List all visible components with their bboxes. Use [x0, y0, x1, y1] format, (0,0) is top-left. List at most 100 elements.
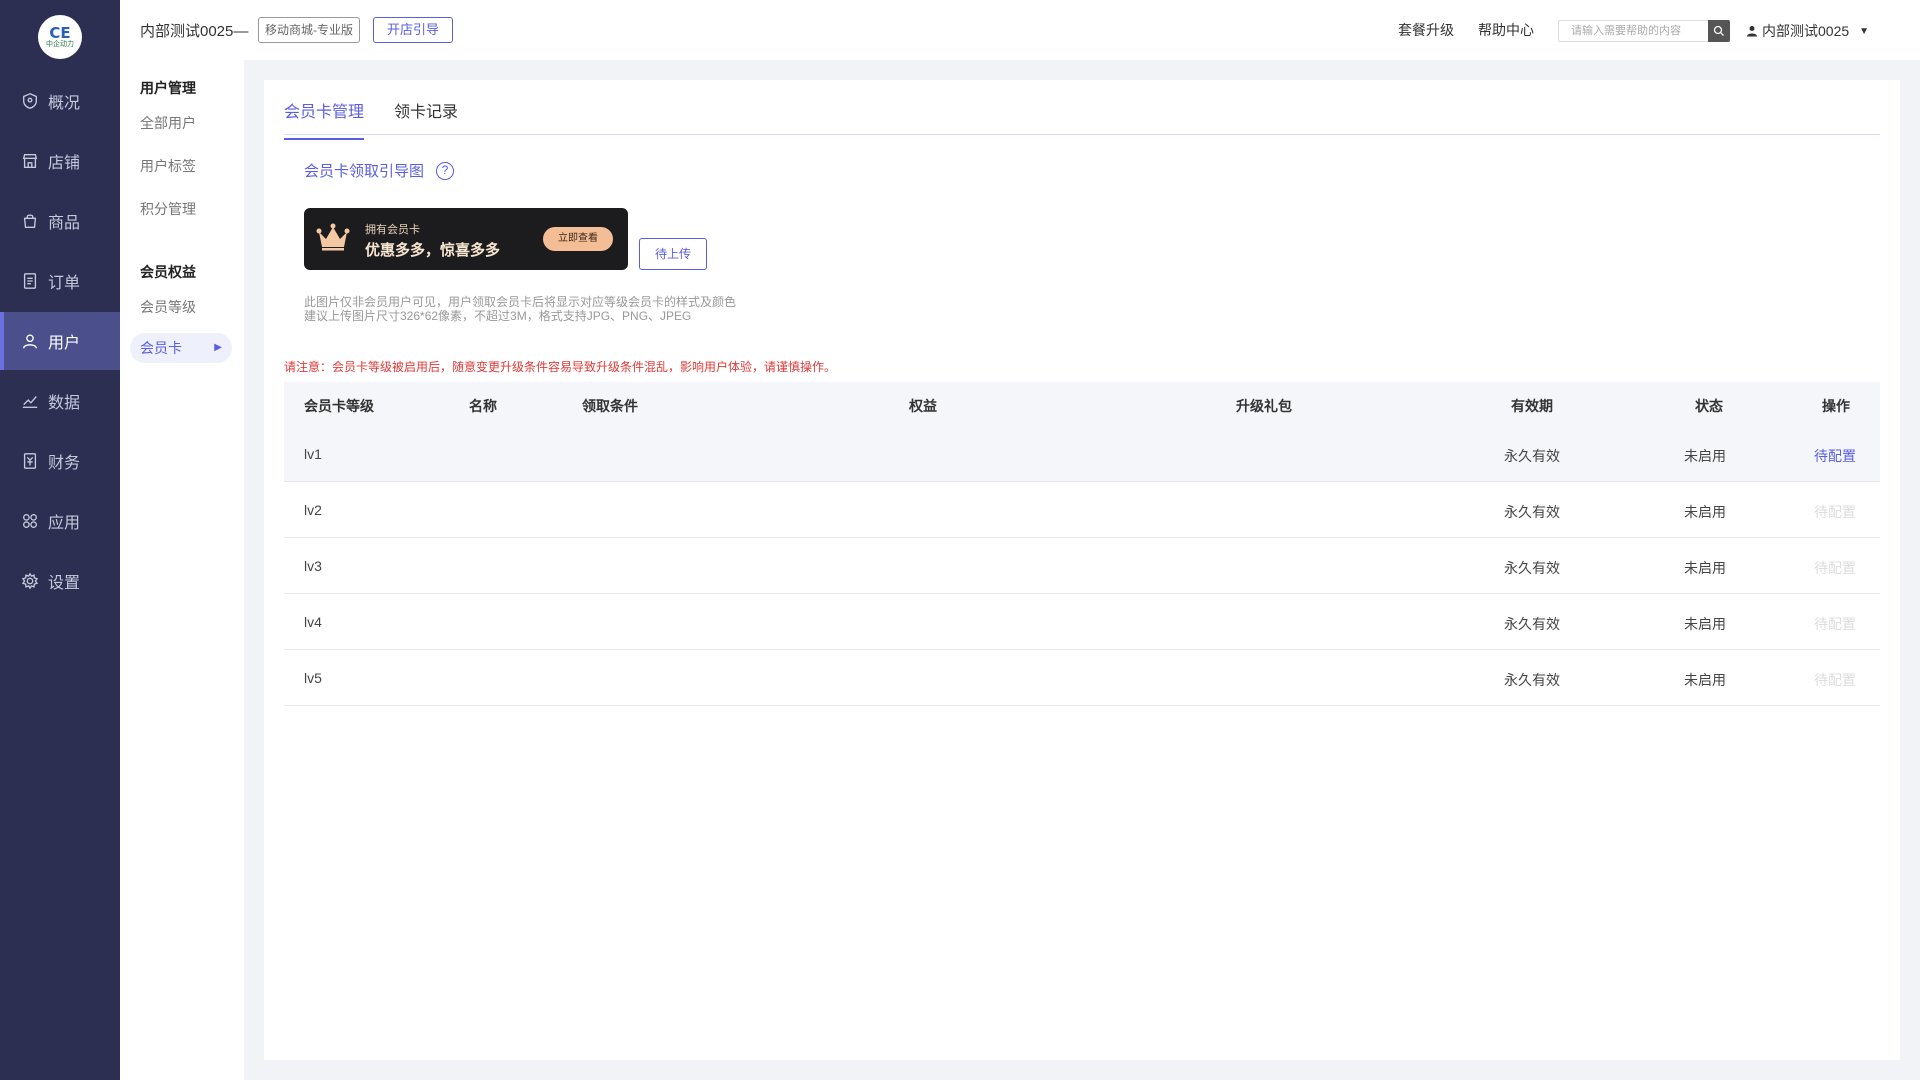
- edition-badge: 移动商城-专业版: [258, 17, 360, 43]
- cell-status: 未启用: [1684, 448, 1726, 464]
- help-search-input[interactable]: 请输入需要帮助的内容: [1558, 20, 1728, 42]
- sub-item-member-levels[interactable]: 会员等级: [140, 297, 196, 317]
- document-icon: [20, 271, 40, 291]
- table-row: lv2 永久有效 未启用 待配置: [284, 482, 1880, 538]
- user-icon: [1747, 26, 1757, 37]
- main-sidebar: CE 中企动力 概况 店铺 商品 订单 用户 数据 财务 应用 设置: [0, 0, 120, 1080]
- nav-item-settings[interactable]: 设置: [0, 552, 120, 610]
- nav-item-apps[interactable]: 应用: [0, 492, 120, 550]
- cell-level: lv4: [304, 614, 322, 630]
- configure-link: 待配置: [1814, 560, 1856, 576]
- group-title-member-benefits: 会员权益: [140, 264, 196, 280]
- cell-status: 未启用: [1684, 672, 1726, 688]
- nav-item-users[interactable]: 用户: [0, 312, 120, 370]
- guide-section-title: 会员卡领取引导图 ?: [304, 160, 455, 181]
- cell-validity: 永久有效: [1504, 616, 1560, 632]
- help-center-link[interactable]: 帮助中心: [1478, 20, 1534, 40]
- caret-down-icon: ▼: [1859, 25, 1870, 37]
- cell-level: lv1: [304, 446, 322, 462]
- table-row: lv1 永久有效 未启用 待配置: [284, 426, 1880, 482]
- cell-validity: 永久有效: [1504, 504, 1560, 520]
- member-card-table: 会员卡等级 名称 领取条件 权益 升级礼包 有效期 状态 操作 lv1 永久有效…: [284, 382, 1880, 706]
- guide-banner-preview: 拥有会员卡 优惠多多，惊喜多多 立即查看: [304, 208, 628, 270]
- nav-label: 设置: [48, 575, 81, 592]
- cell-status: 未启用: [1684, 616, 1726, 632]
- cell-level: lv3: [304, 558, 322, 574]
- nav-item-orders[interactable]: 订单: [0, 252, 120, 310]
- caret-right-icon: ▶: [214, 342, 222, 353]
- col-upgrade-gift: 升级礼包: [1236, 398, 1292, 414]
- table-row: lv5 永久有效 未启用 待配置: [284, 650, 1880, 706]
- cell-level: lv5: [304, 670, 322, 686]
- store-icon: [20, 151, 40, 171]
- tab-bar: 会员卡管理 领卡记录: [284, 80, 1880, 140]
- sub-item-label: 会员卡: [140, 340, 182, 356]
- content-panel: 会员卡管理 领卡记录 会员卡领取引导图 ? 拥有会员卡 优惠多多，惊喜多多 立即…: [264, 80, 1900, 1060]
- sub-item-all-users[interactable]: 全部用户: [140, 113, 196, 133]
- table-header: 会员卡等级 名称 领取条件 权益 升级礼包 有效期 状态 操作: [284, 382, 1880, 426]
- tab-card-management[interactable]: 会员卡管理: [284, 98, 365, 140]
- col-name: 名称: [469, 398, 497, 414]
- configure-link: 待配置: [1814, 672, 1856, 688]
- col-benefits: 权益: [909, 398, 937, 414]
- shield-icon: [20, 91, 40, 111]
- nav-item-goods[interactable]: 商品: [0, 192, 120, 250]
- nav-item-data[interactable]: 数据: [0, 372, 120, 430]
- chart-icon: [20, 391, 40, 411]
- nav-item-finance[interactable]: 财务: [0, 432, 120, 490]
- upload-button[interactable]: 待上传: [639, 238, 707, 270]
- user-menu[interactable]: 内部测试0025 ▼: [1746, 21, 1869, 41]
- cell-validity: 永久有效: [1504, 448, 1560, 464]
- guide-hint-size: 建议上传图片尺寸326*62像素，不超过3M，格式支持JPG、PNG、JPEG: [304, 309, 692, 323]
- configure-link: 待配置: [1814, 616, 1856, 632]
- nav-label: 数据: [48, 395, 81, 412]
- logo-text: 中企动力: [46, 41, 74, 48]
- col-validity: 有效期: [1511, 398, 1553, 414]
- sub-item-user-tags[interactable]: 用户标签: [140, 156, 196, 176]
- banner-line1: 拥有会员卡: [365, 224, 420, 236]
- guide-title: 会员卡领取引导图: [304, 163, 425, 180]
- col-status: 状态: [1695, 398, 1723, 414]
- gear-icon: [20, 571, 40, 591]
- crown-icon: [316, 223, 350, 251]
- store-guide-button[interactable]: 开店引导: [373, 17, 453, 43]
- logo-mark: CE: [49, 24, 71, 42]
- sub-item-member-card[interactable]: 会员卡 ▶: [130, 333, 232, 363]
- group-title-user-management: 用户管理: [140, 80, 196, 96]
- nav-item-overview[interactable]: 概况: [0, 72, 120, 130]
- table-row: lv4 永久有效 未启用 待配置: [284, 594, 1880, 650]
- bag-icon: [20, 211, 40, 231]
- nav-label: 商品: [48, 215, 81, 232]
- sub-sidebar: 用户管理 全部用户 用户标签 积分管理 会员权益 会员等级 会员卡 ▶: [120, 60, 244, 1080]
- table-row: lv3 永久有效 未启用 待配置: [284, 538, 1880, 594]
- cell-status: 未启用: [1684, 504, 1726, 520]
- banner-view-button: 立即查看: [543, 227, 613, 251]
- cell-level: lv2: [304, 502, 322, 518]
- col-actions: 操作: [1822, 398, 1850, 414]
- col-conditions: 领取条件: [582, 398, 638, 414]
- configure-link: 待配置: [1814, 504, 1856, 520]
- cell-status: 未启用: [1684, 560, 1726, 576]
- nav-label: 店铺: [48, 155, 81, 172]
- plan-upgrade-link[interactable]: 套餐升级: [1398, 20, 1454, 40]
- nav-item-store[interactable]: 店铺: [0, 132, 120, 190]
- apps-icon: [20, 511, 40, 531]
- cell-validity: 永久有效: [1504, 672, 1560, 688]
- configure-link[interactable]: 待配置: [1814, 446, 1856, 466]
- help-icon[interactable]: ?: [436, 161, 455, 180]
- user-icon: [20, 331, 40, 351]
- banner-line2: 优惠多多，惊喜多多: [365, 242, 501, 259]
- brand-logo[interactable]: CE 中企动力: [38, 15, 82, 59]
- cell-validity: 永久有效: [1504, 560, 1560, 576]
- finance-icon: [20, 451, 40, 471]
- nav-label: 财务: [48, 455, 81, 472]
- col-level: 会员卡等级: [304, 398, 374, 414]
- search-icon: [1713, 25, 1724, 36]
- shop-name[interactable]: 内部测试0025—: [140, 20, 248, 41]
- warning-text: 请注意：会员卡等级被启用后，随意变更升级条件容易导致升级条件混乱，影响用户体验，…: [284, 360, 837, 374]
- sub-item-points[interactable]: 积分管理: [140, 199, 196, 219]
- nav-label: 应用: [48, 515, 81, 532]
- search-button[interactable]: [1708, 20, 1730, 42]
- tab-claim-records[interactable]: 领卡记录: [394, 98, 458, 138]
- nav-label: 订单: [48, 275, 81, 292]
